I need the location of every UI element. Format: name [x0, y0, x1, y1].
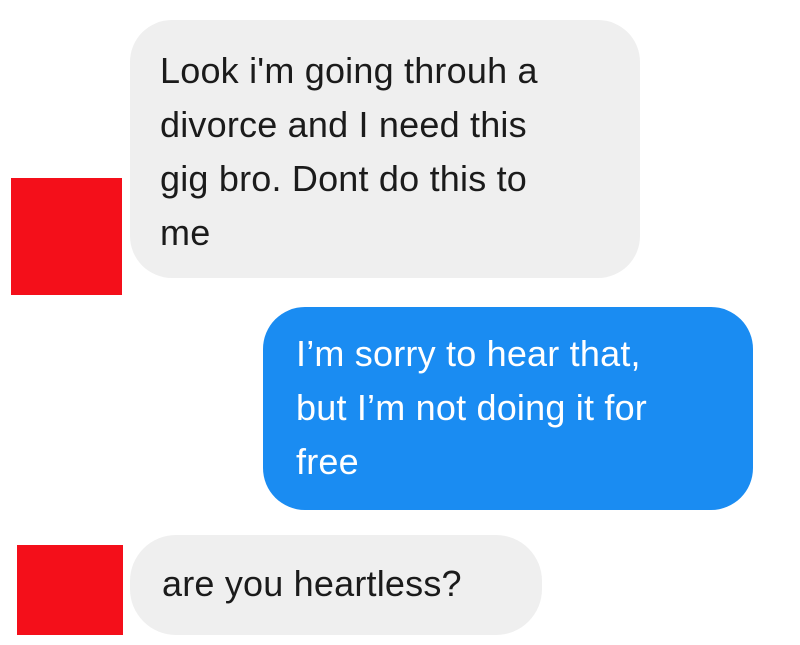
- incoming-message-bubble[interactable]: are you heartless?: [130, 535, 542, 635]
- redacted-avatar: [11, 178, 122, 295]
- redacted-avatar: [17, 545, 123, 635]
- incoming-message-bubble[interactable]: Look i'm going throuh a divorce and I ne…: [130, 20, 640, 278]
- outgoing-message-bubble[interactable]: I’m sorry to hear that, but I’m not doin…: [263, 307, 753, 510]
- message-thread: Look i'm going throuh a divorce and I ne…: [0, 0, 800, 645]
